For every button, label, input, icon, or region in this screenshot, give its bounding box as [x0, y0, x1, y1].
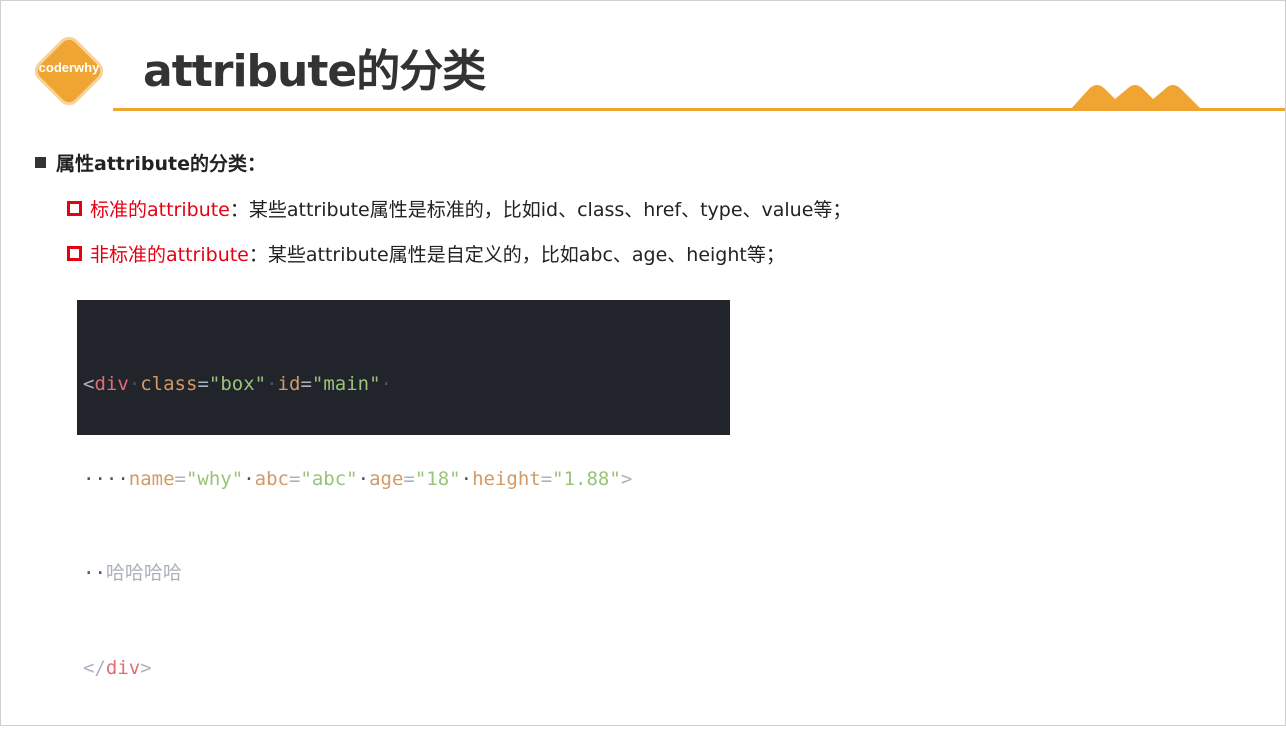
code-token: id: [277, 373, 301, 395]
code-token: ·: [380, 373, 392, 395]
code-token: "why": [185, 467, 244, 490]
code-token: ·: [128, 373, 141, 395]
code-token: =: [403, 467, 415, 490]
code-token: <: [83, 373, 95, 395]
code-token: ··: [83, 562, 106, 584]
code-line: <div·class="box"·id="main"·: [77, 369, 730, 401]
code-token: height: [472, 467, 541, 490]
code-token: =: [197, 373, 209, 395]
main-bullet: 属性attribute的分类：: [35, 149, 266, 176]
item-text: ：某些attribute属性是自定义的，比如abc、age、height等；: [248, 244, 785, 266]
solid-square-bullet-icon: [35, 157, 46, 168]
code-line: </div>: [77, 653, 730, 685]
list-item: 标准的attribute ：某些attribute属性是标准的，比如id、cla…: [67, 195, 851, 222]
code-token: div: [94, 373, 129, 395]
wave-decoration-icon: [1069, 85, 1203, 111]
code-token: ·: [266, 373, 278, 395]
code-line: ··哈哈哈哈: [77, 558, 730, 590]
code-token: >: [140, 656, 152, 679]
code-token: =: [174, 467, 186, 490]
code-token: ·: [243, 467, 255, 490]
code-token: =: [540, 467, 553, 490]
slide: coderwhy attribute的分类 属性attribute的分类： 标准…: [0, 0, 1286, 726]
code-token: ·: [460, 467, 473, 490]
coderwhy-logo: coderwhy: [29, 31, 109, 111]
main-bullet-text: 属性attribute的分类：: [56, 153, 266, 175]
code-token: 哈哈哈哈: [105, 562, 182, 584]
code-token: class: [140, 373, 198, 395]
code-block: <div·class="box"·id="main"· ····name="wh…: [77, 300, 730, 679]
item-label: 非标准的attribute: [90, 244, 249, 266]
code-token: >: [620, 467, 633, 490]
code-token: =: [300, 373, 312, 395]
code-token: "1.88": [552, 467, 621, 490]
open-square-bullet-icon: [67, 246, 82, 261]
code-token: "abc": [300, 467, 358, 490]
code-token: name: [128, 467, 175, 490]
item-label: 标准的attribute: [90, 199, 230, 221]
code-token: "18": [414, 467, 461, 490]
logo-text: coderwhy: [38, 60, 100, 75]
open-square-bullet-icon: [67, 201, 82, 216]
code-token: </: [83, 656, 106, 679]
code-token: =: [288, 467, 301, 490]
code-token: "box": [208, 373, 267, 395]
page-title: attribute的分类: [143, 46, 486, 97]
list-item: 非标准的attribute ：某些attribute属性是自定义的，比如abc、…: [67, 240, 785, 267]
code-token: "main": [311, 373, 381, 395]
code-line: ····name="why"·abc="abc"·age="18"·height…: [77, 464, 730, 496]
item-text: ：某些attribute属性是标准的，比如id、class、href、type、…: [229, 199, 852, 221]
code-token: ····: [83, 467, 129, 490]
code-token: ·: [357, 467, 370, 490]
code-token: age: [369, 467, 404, 490]
code-token: div: [105, 656, 141, 679]
code-token: abc: [254, 467, 289, 490]
